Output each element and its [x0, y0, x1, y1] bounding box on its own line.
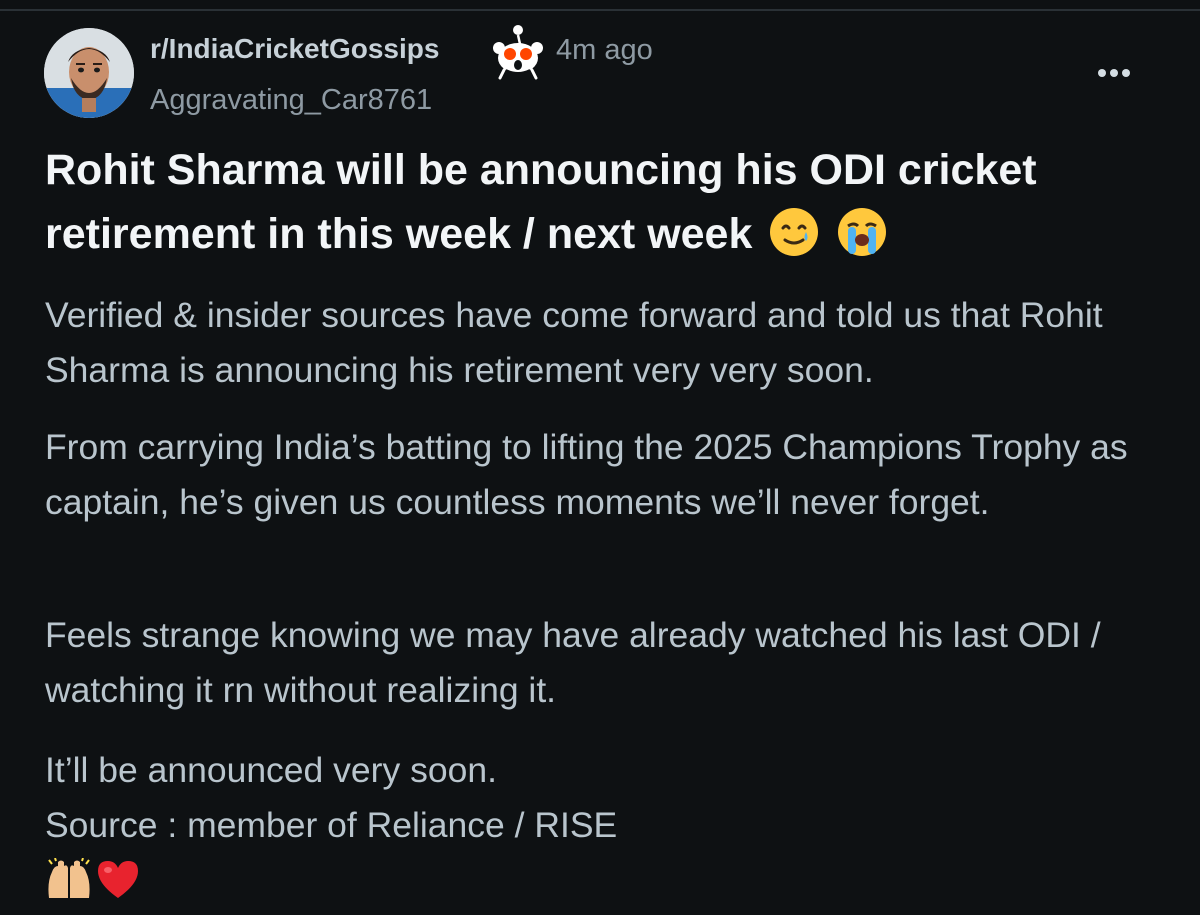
subreddit-link[interactable]: r/IndiaCricketGossips — [150, 33, 439, 65]
smiling-face-with-tear-icon — [770, 208, 819, 256]
more-dots-icon — [1098, 69, 1130, 77]
avatar-portrait-icon — [44, 28, 134, 118]
author-username[interactable]: Aggravating_Car8761 — [150, 84, 432, 117]
footer-emojis — [46, 858, 140, 902]
post-paragraph: Feels strange knowing we may have alread… — [45, 615, 1101, 710]
source-line: Source : member of Reliance / RISE — [45, 805, 618, 845]
closing-line: It’ll be announced very soon. — [45, 750, 497, 790]
post-paragraph: From carrying India’s batting to lifting… — [45, 427, 1128, 522]
red-heart-icon — [98, 861, 138, 898]
post-timestamp: 4m ago — [556, 34, 653, 66]
raising-hands-icon — [48, 858, 90, 898]
snoo-shocked-icon — [490, 22, 546, 80]
post-title[interactable]: Rohit Sharma will be announcing his ODI … — [45, 138, 1165, 266]
more-options-button[interactable] — [1090, 56, 1138, 90]
post-closing: It’ll be announced very soon. Source : m… — [45, 743, 1165, 853]
loudly-crying-face-icon — [838, 208, 887, 256]
user-avatar[interactable] — [44, 28, 134, 118]
top-divider — [0, 9, 1200, 11]
post-paragraph: Verified & insider sources have come for… — [45, 295, 1103, 390]
